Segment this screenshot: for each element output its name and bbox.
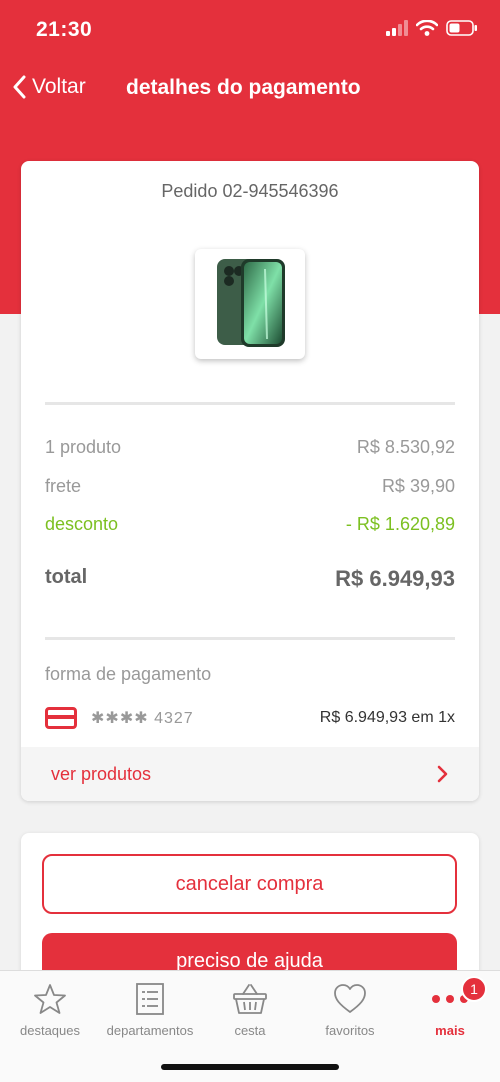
shipping-row: frete R$ 39,90 — [45, 476, 455, 497]
basket-icon — [233, 984, 267, 1014]
status-bar: 21:30 — [0, 0, 500, 60]
products-row: 1 produto R$ 8.530,92 — [45, 437, 455, 458]
payment-method-row: ✱✱✱✱ 4327 R$ 6.949,93 em 1x — [45, 705, 455, 731]
battery-icon — [446, 20, 477, 36]
phone-icon — [217, 259, 285, 347]
tab-label: destaques — [20, 1023, 80, 1038]
credit-card-icon — [45, 707, 77, 729]
products-value: R$ 8.530,92 — [356, 437, 455, 457]
tab-destaques[interactable]: destaques — [0, 981, 100, 1038]
discount-value: - R$ 1.620,89 — [345, 514, 455, 534]
wifi-icon — [416, 20, 438, 36]
tab-departamentos[interactable]: departamentos — [100, 981, 200, 1038]
product-image[interactable] — [195, 249, 305, 359]
payment-amount: R$ 6.949,93 em 1x — [319, 709, 455, 726]
tab-cesta[interactable]: cesta — [200, 981, 300, 1038]
order-number: Pedido 02-945546396 — [161, 181, 339, 201]
chevron-right-icon — [437, 765, 448, 783]
shipping-label: frete — [45, 476, 82, 496]
tab-label: departamentos — [106, 1023, 194, 1038]
total-value: R$ 6.949,93 — [335, 566, 455, 591]
products-label: 1 produto — [45, 437, 122, 457]
back-label: Voltar — [32, 75, 86, 98]
tab-label: cesta — [234, 1023, 266, 1038]
back-button[interactable]: Voltar — [12, 75, 86, 99]
star-icon — [34, 984, 66, 1014]
signal-icon — [386, 20, 408, 36]
divider — [45, 637, 455, 640]
discount-label: desconto — [45, 514, 119, 534]
discount-row: desconto - R$ 1.620,89 — [45, 514, 455, 535]
chevron-left-icon — [13, 75, 26, 99]
payment-method-label: forma de pagamento — [45, 664, 212, 684]
total-label: total — [45, 566, 88, 588]
page-title: detalhes do pagamento — [126, 76, 361, 99]
heart-icon — [334, 984, 366, 1013]
shipping-value: R$ 39,90 — [381, 476, 455, 496]
see-products-link[interactable]: ver produtos — [21, 747, 479, 801]
list-icon — [136, 983, 164, 1015]
divider — [45, 402, 455, 405]
home-indicator[interactable] — [161, 1064, 339, 1070]
cancel-order-button[interactable]: cancelar compra — [42, 854, 457, 914]
status-icons — [386, 20, 478, 36]
tab-label: mais — [435, 1023, 465, 1038]
tab-favoritos[interactable]: favoritos — [300, 981, 400, 1038]
card-number: ✱✱✱✱ 4327 — [91, 710, 194, 727]
navigation-bar: Voltar detalhes do pagamento — [0, 60, 500, 120]
tab-label: favoritos — [325, 1023, 375, 1038]
payment-details-card: Pedido 02-945546396 1 produto R$ 8.530,9… — [21, 161, 479, 801]
notification-badge: 1 — [461, 976, 487, 1002]
total-row: total R$ 6.949,93 — [45, 566, 455, 592]
see-products-label: ver produtos — [51, 763, 152, 784]
clock: 21:30 — [36, 18, 93, 41]
